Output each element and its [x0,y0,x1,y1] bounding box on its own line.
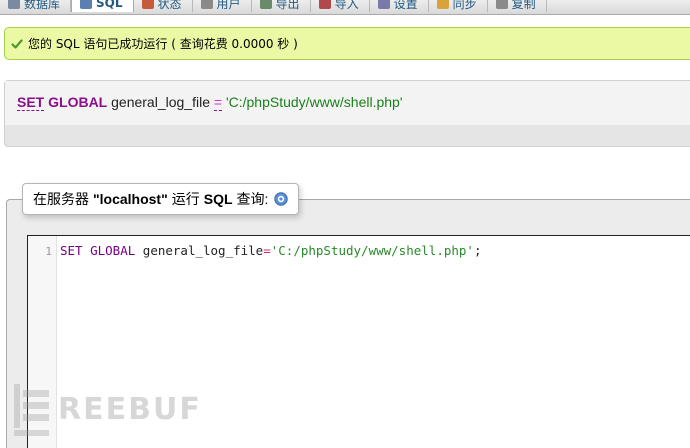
tab-sql[interactable]: SQL [71,0,134,12]
server-name: "localhost" [93,191,168,207]
sync-icon [436,0,449,9]
code-variable: general_log_file [142,243,264,258]
users-icon [200,0,213,9]
help-icon[interactable] [274,192,289,206]
tab-label: SQL [96,0,123,10]
tab-label: 导出 [275,0,300,11]
code-operator: = [263,243,271,258]
tab-label: 复制 [511,0,536,11]
settings-icon [377,0,390,9]
tab-export[interactable]: 导出 [251,0,311,12]
tab-settings[interactable]: 设置 [369,0,429,12]
tab-label: 设置 [393,0,418,11]
database-icon [8,0,20,9]
tab-replication[interactable]: 复制 [487,0,547,12]
tab-label: 导入 [334,0,359,11]
replication-icon [495,0,508,9]
sql-keyword-global: GLOBAL [48,94,108,110]
tab-label: 数据库 [24,0,61,11]
watermark-logo-icon [14,384,49,436]
export-icon [259,0,272,9]
title-middle: 运行 [171,191,200,207]
title-prefix: 在服务器 [33,191,89,207]
sql-variable: general_log_file [111,94,210,110]
tab-label: 同步 [452,0,477,11]
freebuf-watermark: REEBUF [14,382,202,438]
line-number: 1 [45,245,52,258]
title-sql: SQL [203,191,233,207]
tab-database[interactable]: 数据库 [0,0,72,12]
sql-string-value: 'C:/phpStudy/www/shell.php' [225,94,403,110]
sql-operator: = [213,94,223,111]
tab-users[interactable]: 用户 [192,0,252,12]
tab-label: 用户 [216,0,241,11]
tab-import[interactable]: 导入 [310,0,370,12]
title-suffix: 查询: [236,191,269,207]
sql-icon [80,0,93,9]
tab-sync[interactable]: 同步 [428,0,488,12]
tab-label: 状态 [157,0,182,11]
success-text: 您的 SQL 语句已成功运行 ( 查询花费 0.0000 秒 ) [28,37,298,51]
status-icon [141,0,154,9]
tab-status[interactable]: 状态 [133,0,193,12]
executed-sql-line: SET GLOBAL general_log_file = 'C:/phpStu… [5,81,690,125]
code-keyword-set: SET [60,243,83,258]
success-message: 您的 SQL 语句已成功运行 ( 查询花费 0.0000 秒 ) [4,27,690,60]
executed-sql-box: SET GLOBAL general_log_file = 'C:/phpStu… [4,80,690,147]
query-box-title: 在服务器 "localhost" 运行 SQL 查询: [22,183,300,215]
watermark-text: REEBUF [58,392,202,427]
import-icon [318,0,331,9]
check-icon [11,38,23,49]
top-tab-bar: 数据库 SQL 状态 用户 导出 导入 设置 同步 复制 [0,0,690,15]
phpmyadmin-sql-page: 数据库 SQL 状态 用户 导出 导入 设置 同步 复制 您的 SQL 语句已成… [0,0,690,448]
editor-code-line[interactable]: SET GLOBAL general_log_file='C:/phpStudy… [60,243,481,258]
sql-keyword-set[interactable]: SET [17,94,45,111]
code-string-value: 'C:/phpStudy/www/shell.php' [270,243,474,258]
code-terminator: ; [473,243,482,258]
code-keyword-global: GLOBAL [90,243,136,258]
